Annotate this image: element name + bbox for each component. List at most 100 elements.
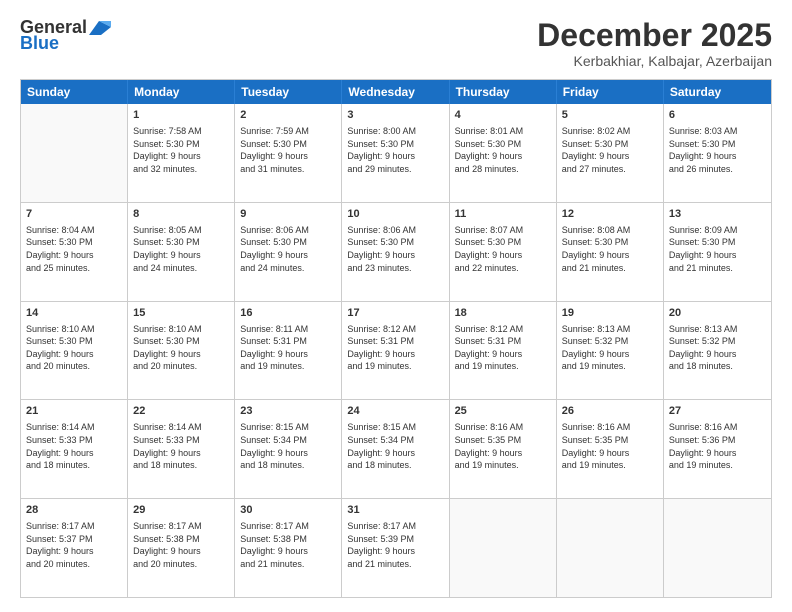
day-info: Sunrise: 8:03 AM Sunset: 5:30 PM Dayligh… [669, 125, 766, 175]
title-block: December 2025 Kerbakhiar, Kalbajar, Azer… [537, 18, 772, 69]
day-info: Sunrise: 8:01 AM Sunset: 5:30 PM Dayligh… [455, 125, 551, 175]
day-cell-20: 20 Sunrise: 8:13 AM Sunset: 5:32 PM Dayli… [664, 302, 771, 400]
day-header-tuesday: Tuesday [235, 80, 342, 104]
day-number: 27 [669, 404, 766, 419]
day-info: Sunrise: 8:12 AM Sunset: 5:31 PM Dayligh… [455, 323, 551, 373]
day-info: Sunrise: 8:14 AM Sunset: 5:33 PM Dayligh… [133, 421, 229, 471]
day-info: Sunrise: 8:06 AM Sunset: 5:30 PM Dayligh… [347, 224, 443, 274]
day-number: 8 [133, 207, 229, 222]
day-header-sunday: Sunday [21, 80, 128, 104]
day-number: 31 [347, 503, 443, 518]
day-cell-31: 31 Sunrise: 8:17 AM Sunset: 5:39 PM Dayli… [342, 499, 449, 597]
day-info: Sunrise: 8:12 AM Sunset: 5:31 PM Dayligh… [347, 323, 443, 373]
day-info: Sunrise: 8:17 AM Sunset: 5:38 PM Dayligh… [133, 520, 229, 570]
day-cell-17: 17Sunrise: 8:12 AM Sunset: 5:31 PM Dayli… [342, 302, 449, 400]
day-cell-13: 13Sunrise: 8:09 AM Sunset: 5:30 PM Dayli… [664, 203, 771, 301]
day-cell-28: 28 Sunrise: 8:17 AM Sunset: 5:37 PM Dayli… [21, 499, 128, 597]
day-number: 22 [133, 404, 229, 419]
calendar-header: SundayMondayTuesdayWednesdayThursdayFrid… [21, 80, 771, 104]
day-info: Sunrise: 8:04 AM Sunset: 5:30 PM Dayligh… [26, 224, 122, 274]
day-info: Sunrise: 8:15 AM Sunset: 5:34 PM Dayligh… [240, 421, 336, 471]
day-info: Sunrise: 8:14 AM Sunset: 5:33 PM Dayligh… [26, 421, 122, 471]
day-cell-10: 10 Sunrise: 8:06 AM Sunset: 5:30 PM Dayli… [342, 203, 449, 301]
day-cell-25: 25Sunrise: 8:16 AM Sunset: 5:35 PM Dayli… [450, 400, 557, 498]
day-cell-empty [450, 499, 557, 597]
day-number: 7 [26, 207, 122, 222]
day-cell-23: 23 Sunrise: 8:15 AM Sunset: 5:34 PM Dayli… [235, 400, 342, 498]
day-info: Sunrise: 8:00 AM Sunset: 5:30 PM Dayligh… [347, 125, 443, 175]
day-info: Sunrise: 8:10 AM Sunset: 5:30 PM Dayligh… [133, 323, 229, 373]
day-header-friday: Friday [557, 80, 664, 104]
day-cell-18: 18Sunrise: 8:12 AM Sunset: 5:31 PM Dayli… [450, 302, 557, 400]
day-cell-7: 7 Sunrise: 8:04 AM Sunset: 5:30 PM Daylig… [21, 203, 128, 301]
day-cell-30: 30Sunrise: 8:17 AM Sunset: 5:38 PM Dayli… [235, 499, 342, 597]
day-header-thursday: Thursday [450, 80, 557, 104]
day-cell-2: 2 Sunrise: 7:59 AM Sunset: 5:30 PM Daylig… [235, 104, 342, 202]
day-info: Sunrise: 8:13 AM Sunset: 5:32 PM Dayligh… [669, 323, 766, 373]
day-number: 23 [240, 404, 336, 419]
day-header-wednesday: Wednesday [342, 80, 449, 104]
day-info: Sunrise: 8:15 AM Sunset: 5:34 PM Dayligh… [347, 421, 443, 471]
day-cell-3: 3 Sunrise: 8:00 AM Sunset: 5:30 PM Daylig… [342, 104, 449, 202]
day-cell-5: 5 Sunrise: 8:02 AM Sunset: 5:30 PM Daylig… [557, 104, 664, 202]
day-info: Sunrise: 8:16 AM Sunset: 5:36 PM Dayligh… [669, 421, 766, 471]
page-subtitle: Kerbakhiar, Kalbajar, Azerbaijan [537, 53, 772, 69]
calendar-body: 1Sunrise: 7:58 AM Sunset: 5:30 PM Daylig… [21, 104, 771, 597]
week-row-3: 14 Sunrise: 8:10 AM Sunset: 5:30 PM Dayli… [21, 302, 771, 401]
day-cell-22: 22 Sunrise: 8:14 AM Sunset: 5:33 PM Dayli… [128, 400, 235, 498]
calendar: SundayMondayTuesdayWednesdayThursdayFrid… [20, 79, 772, 598]
day-number: 20 [669, 306, 766, 321]
day-cell-empty [557, 499, 664, 597]
day-cell-empty [21, 104, 128, 202]
day-cell-16: 16Sunrise: 8:11 AM Sunset: 5:31 PM Dayli… [235, 302, 342, 400]
day-cell-24: 24Sunrise: 8:15 AM Sunset: 5:34 PM Dayli… [342, 400, 449, 498]
day-header-saturday: Saturday [664, 80, 771, 104]
day-header-monday: Monday [128, 80, 235, 104]
page-title: December 2025 [537, 18, 772, 53]
day-number: 12 [562, 207, 658, 222]
day-number: 26 [562, 404, 658, 419]
week-row-5: 28 Sunrise: 8:17 AM Sunset: 5:37 PM Dayli… [21, 499, 771, 597]
day-info: Sunrise: 8:06 AM Sunset: 5:30 PM Dayligh… [240, 224, 336, 274]
day-cell-11: 11Sunrise: 8:07 AM Sunset: 5:30 PM Dayli… [450, 203, 557, 301]
day-cell-9: 9 Sunrise: 8:06 AM Sunset: 5:30 PM Daylig… [235, 203, 342, 301]
day-info: Sunrise: 8:17 AM Sunset: 5:37 PM Dayligh… [26, 520, 122, 570]
week-row-2: 7 Sunrise: 8:04 AM Sunset: 5:30 PM Daylig… [21, 203, 771, 302]
day-number: 30 [240, 503, 336, 518]
day-number: 3 [347, 108, 443, 123]
day-number: 19 [562, 306, 658, 321]
day-number: 13 [669, 207, 766, 222]
week-row-4: 21 Sunrise: 8:14 AM Sunset: 5:33 PM Dayli… [21, 400, 771, 499]
day-info: Sunrise: 8:11 AM Sunset: 5:31 PM Dayligh… [240, 323, 336, 373]
day-info: Sunrise: 7:58 AM Sunset: 5:30 PM Dayligh… [133, 125, 229, 175]
day-cell-19: 19 Sunrise: 8:13 AM Sunset: 5:32 PM Dayli… [557, 302, 664, 400]
day-info: Sunrise: 8:05 AM Sunset: 5:30 PM Dayligh… [133, 224, 229, 274]
day-number: 14 [26, 306, 122, 321]
day-info: Sunrise: 8:16 AM Sunset: 5:35 PM Dayligh… [455, 421, 551, 471]
day-info: Sunrise: 8:10 AM Sunset: 5:30 PM Dayligh… [26, 323, 122, 373]
day-number: 11 [455, 207, 551, 222]
day-info: Sunrise: 8:02 AM Sunset: 5:30 PM Dayligh… [562, 125, 658, 175]
day-number: 28 [26, 503, 122, 518]
day-info: Sunrise: 8:17 AM Sunset: 5:39 PM Dayligh… [347, 520, 443, 570]
day-number: 9 [240, 207, 336, 222]
day-info: Sunrise: 7:59 AM Sunset: 5:30 PM Dayligh… [240, 125, 336, 175]
logo-blue: Blue [20, 34, 59, 52]
day-cell-empty [664, 499, 771, 597]
day-number: 2 [240, 108, 336, 123]
day-number: 5 [562, 108, 658, 123]
day-info: Sunrise: 8:08 AM Sunset: 5:30 PM Dayligh… [562, 224, 658, 274]
day-info: Sunrise: 8:16 AM Sunset: 5:35 PM Dayligh… [562, 421, 658, 471]
day-cell-8: 8 Sunrise: 8:05 AM Sunset: 5:30 PM Daylig… [128, 203, 235, 301]
logo: General Blue [20, 18, 111, 52]
day-cell-15: 15Sunrise: 8:10 AM Sunset: 5:30 PM Dayli… [128, 302, 235, 400]
day-info: Sunrise: 8:13 AM Sunset: 5:32 PM Dayligh… [562, 323, 658, 373]
day-number: 6 [669, 108, 766, 123]
day-number: 21 [26, 404, 122, 419]
header: General Blue December 2025 Kerbakhiar, K… [20, 18, 772, 69]
day-cell-27: 27 Sunrise: 8:16 AM Sunset: 5:36 PM Dayli… [664, 400, 771, 498]
week-row-1: 1Sunrise: 7:58 AM Sunset: 5:30 PM Daylig… [21, 104, 771, 203]
page: General Blue December 2025 Kerbakhiar, K… [0, 0, 792, 612]
day-number: 10 [347, 207, 443, 222]
day-cell-4: 4Sunrise: 8:01 AM Sunset: 5:30 PM Daylig… [450, 104, 557, 202]
